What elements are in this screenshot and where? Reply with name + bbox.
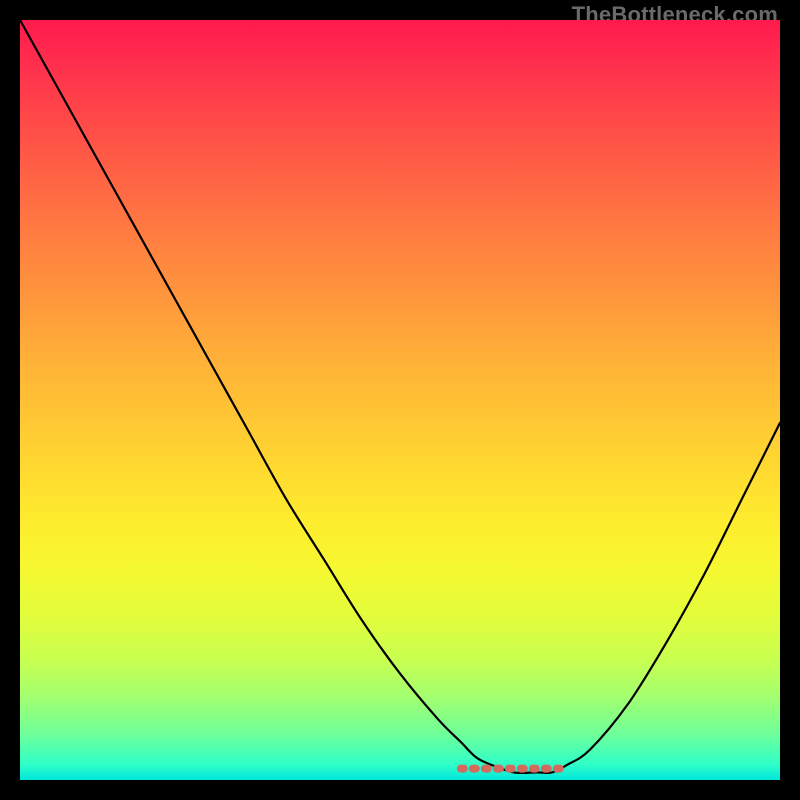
- bottleneck-curve: [20, 20, 780, 773]
- chart-frame: TheBottleneck.com: [0, 0, 800, 800]
- curve-svg: [20, 20, 780, 780]
- plot-area: [20, 20, 780, 780]
